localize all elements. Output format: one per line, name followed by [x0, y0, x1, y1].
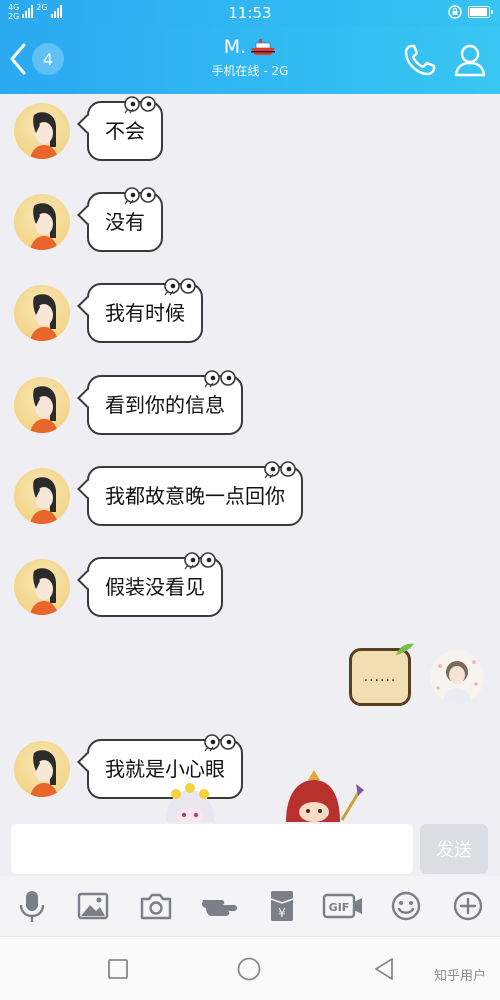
person-icon — [454, 44, 486, 77]
input-toolbar: ¥ GIF — [0, 876, 500, 936]
image-button[interactable] — [76, 889, 110, 923]
emoji-button[interactable] — [389, 889, 423, 923]
chat-header: 4 M. 手机在线 - 2G — [0, 26, 500, 94]
emoji-icon — [391, 891, 421, 921]
ship-icon — [251, 39, 276, 55]
camera-button[interactable] — [139, 889, 173, 923]
gif-icon: GIF — [322, 893, 362, 919]
contact-avatar[interactable] — [14, 194, 70, 250]
pointing-hand-icon — [202, 900, 237, 916]
peeking-eyes-icon — [184, 552, 216, 570]
message-text: 假装没看见 — [105, 575, 205, 599]
contact-name: M. — [223, 36, 247, 58]
profile-button[interactable] — [452, 42, 488, 82]
message-bubble[interactable]: 我都故意晚一点回你 — [87, 461, 303, 526]
peeking-eyes-icon — [204, 370, 236, 388]
avatar-portrait-icon — [30, 112, 58, 159]
avatar-portrait-icon — [30, 750, 58, 797]
message-text: 没有 — [105, 210, 145, 234]
message-bubble[interactable]: 没有 — [87, 187, 163, 252]
avatar-portrait-icon — [30, 294, 58, 341]
camera-icon — [140, 893, 172, 920]
peeking-eyes-icon — [124, 187, 156, 205]
message-input[interactable] — [11, 824, 413, 874]
contact-avatar[interactable] — [14, 377, 70, 433]
battery-icon — [468, 6, 493, 18]
red-packet-button[interactable]: ¥ — [265, 889, 299, 923]
leaf-icon — [396, 643, 414, 655]
self-message-bubble[interactable]: ...... — [349, 643, 414, 706]
voice-button[interactable] — [15, 889, 49, 923]
contact-avatar[interactable] — [14, 741, 70, 797]
avatar-portrait-icon — [30, 477, 58, 524]
contact-avatar[interactable] — [14, 559, 70, 615]
call-button[interactable] — [402, 42, 438, 82]
self-message-text: ...... — [363, 669, 397, 685]
message-text: 我都故意晚一点回你 — [105, 484, 285, 508]
message-bubble[interactable]: 不会 — [87, 96, 163, 161]
square-icon — [108, 959, 128, 979]
status-bar: 4G 2G 2G 11:53 — [0, 0, 500, 26]
more-button[interactable] — [451, 889, 485, 923]
back-nav-button[interactable] — [372, 957, 396, 981]
contact-avatar[interactable] — [14, 103, 70, 159]
message-bubble[interactable]: 假装没看见 — [87, 552, 223, 617]
watermark: 知乎用户 — [433, 969, 486, 984]
phone-icon — [404, 44, 436, 76]
avatar-portrait-icon — [30, 386, 58, 433]
send-button[interactable]: 发送 — [420, 824, 488, 874]
self-avatar[interactable] — [430, 650, 484, 704]
chat-area[interactable]: 不会 没有 我有时候 看到你的信息 我都故意晚一点回你 假装没看见 ......… — [0, 94, 500, 822]
avatar-portrait-icon — [30, 203, 58, 250]
message-bubble[interactable]: 看到你的信息 — [87, 370, 243, 435]
self-avatar-portrait-icon — [436, 660, 478, 704]
message-bubble[interactable]: 我有时候 — [87, 278, 203, 343]
home-button[interactable] — [237, 957, 261, 981]
circle-icon — [237, 957, 261, 981]
red-packet-icon: ¥ — [270, 891, 294, 921]
image-icon — [77, 892, 109, 920]
contact-avatar[interactable] — [14, 468, 70, 524]
status-time: 11:53 — [228, 4, 272, 22]
rotation-lock-icon — [448, 5, 462, 19]
peeking-eyes-icon — [204, 734, 236, 752]
peeking-character-icon — [166, 783, 214, 822]
message-text: 我有时候 — [105, 301, 185, 325]
poke-button[interactable] — [200, 889, 240, 923]
gif-label: GIF — [329, 901, 350, 914]
peeking-eyes-icon — [264, 461, 296, 479]
message-text: 不会 — [105, 119, 145, 143]
contact-avatar[interactable] — [14, 285, 70, 341]
red-packet-label: ¥ — [278, 906, 286, 920]
peeking-eyes-icon — [164, 278, 196, 296]
message-text: 看到你的信息 — [105, 393, 225, 417]
recent-apps-button[interactable] — [106, 957, 130, 981]
system-nav-bar: 知乎用户 — [0, 936, 500, 1000]
plus-icon — [453, 891, 483, 921]
input-row: 发送 — [0, 822, 500, 876]
gif-button[interactable]: GIF — [322, 889, 364, 923]
peeking-warrior-icon — [286, 770, 364, 822]
microphone-icon — [19, 891, 45, 922]
triangle-back-icon — [375, 958, 393, 980]
peeking-eyes-icon — [124, 96, 156, 114]
avatar-portrait-icon — [30, 568, 58, 615]
message-text: 我就是小心眼 — [105, 757, 225, 781]
